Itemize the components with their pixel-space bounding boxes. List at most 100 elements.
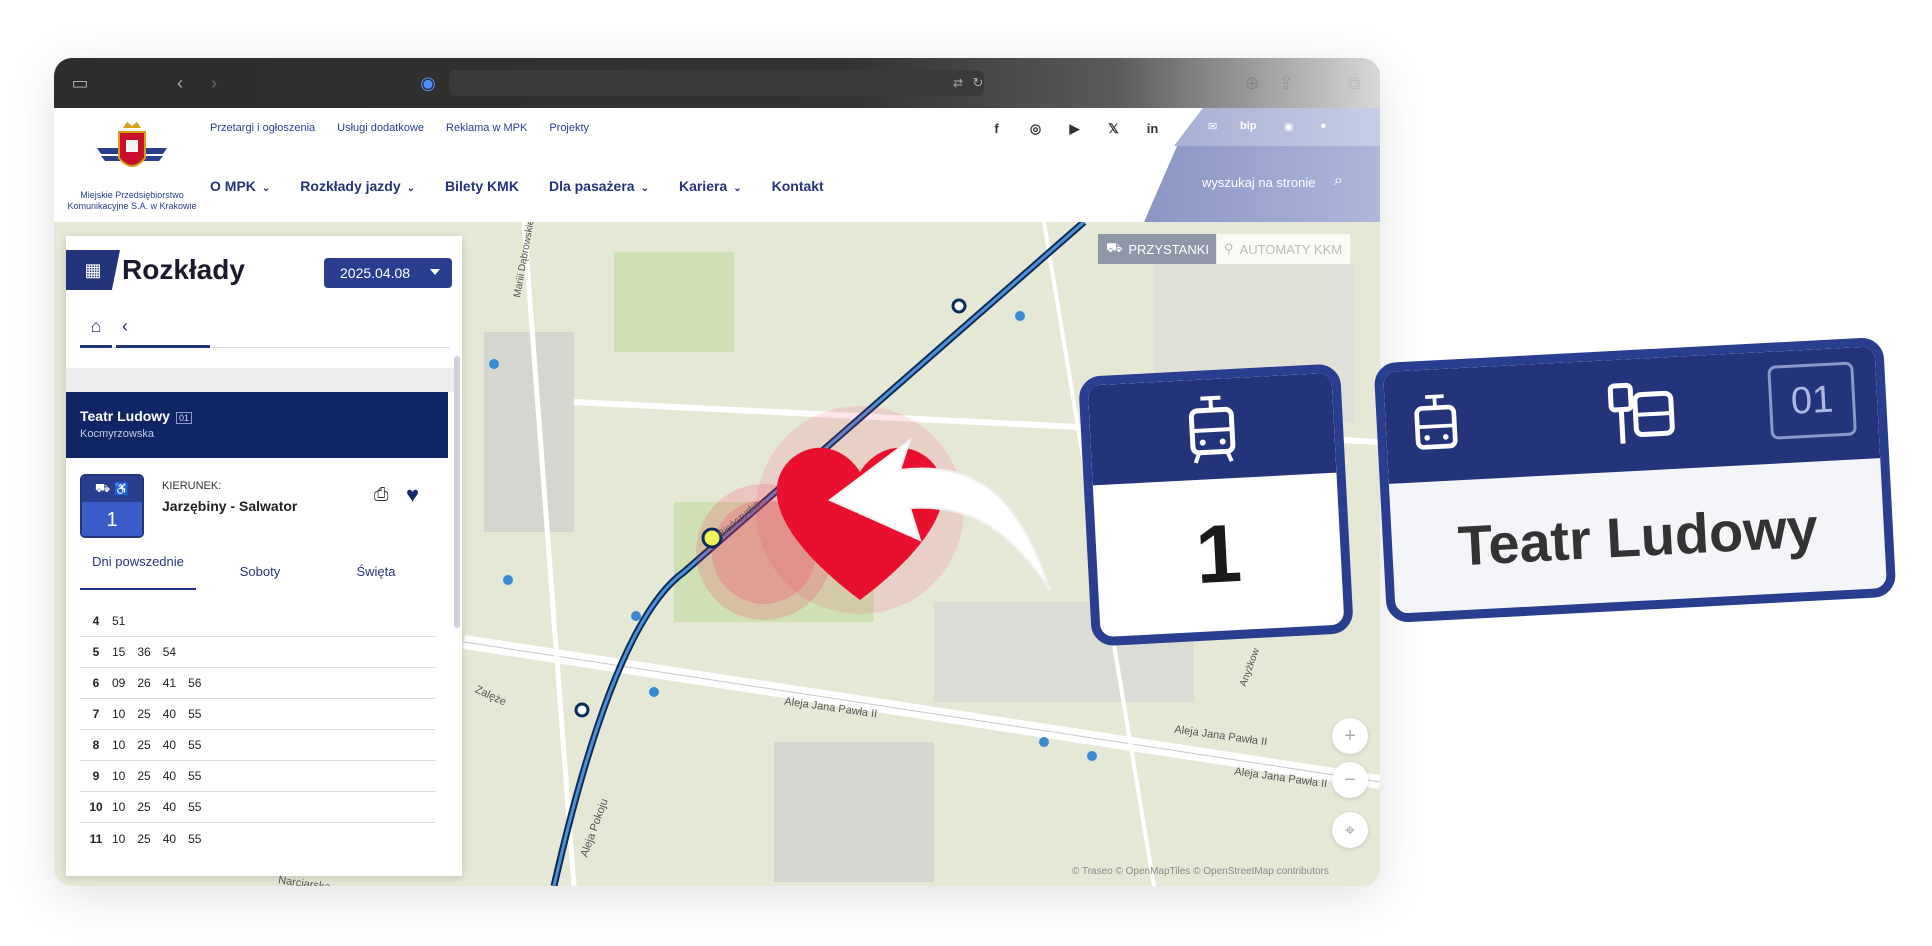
minute: 40	[162, 738, 177, 752]
mpk-logo[interactable]: Miejskie Przedsiębiorstwo Komunikacyjne …	[62, 118, 202, 212]
nav-label: Kariera	[678, 178, 728, 194]
timetable-panel: ▦ Rozkłady 2025.04.08 ⌂ ‹ Teatr Ludowy 01…	[66, 236, 462, 876]
nav-label: Dla pasażera	[548, 178, 635, 194]
tab-holidays[interactable]: Święta	[326, 564, 426, 579]
nav-dla-pasazera[interactable]: Dla pasażera ⌄	[549, 178, 649, 194]
bip-link[interactable]: bip	[1240, 120, 1257, 132]
site-search[interactable]: wyszukaj na stronie ⌕	[1144, 146, 1380, 222]
stop-header: Teatr Ludowy 01 Kocmyrzowska	[66, 392, 448, 458]
org-name-line1: Miejskie Przedsiębiorstwo	[80, 190, 184, 200]
hour: 9	[92, 769, 100, 783]
caret-down-icon	[430, 269, 440, 275]
tab-weekdays[interactable]: Dni powszednie	[80, 554, 196, 590]
minute: 40	[162, 769, 177, 783]
card-line-number: 1	[1193, 507, 1244, 602]
calculator-icon: ▦	[66, 250, 120, 290]
x-icon[interactable]: 𝕏	[1105, 120, 1122, 137]
nav-kariera[interactable]: Kariera ⌄	[679, 178, 742, 194]
coat-of-arms-icon	[95, 118, 169, 178]
hour: 4	[92, 614, 100, 628]
search-placeholder: wyszukaj na stronie	[1202, 175, 1316, 190]
minute: 54	[162, 645, 177, 659]
home-icon[interactable]: ⌂	[80, 308, 112, 348]
minute: 40	[162, 707, 177, 721]
minute: 10	[112, 738, 126, 752]
stops-toggle-button[interactable]: ⛟ PRZYSTANKI	[1098, 234, 1218, 264]
social-links: f ◎ ▶ 𝕏 in	[988, 120, 1161, 137]
nav-bilety[interactable]: Bilety KMK	[445, 178, 519, 194]
chevron-down-icon: ⌄	[261, 183, 271, 194]
mail-icon[interactable]: ✉	[1208, 120, 1217, 133]
nav-label: O MPK	[210, 178, 256, 194]
date-value: 2025.04.08	[340, 265, 411, 281]
accessibility-eye-icon[interactable]: ◉	[1284, 120, 1294, 133]
location-pin-icon: ⚲	[1224, 241, 1234, 256]
minute: 55	[188, 738, 202, 752]
download-icon[interactable]: ⊕	[1240, 71, 1264, 95]
panel-scrollbar[interactable]	[454, 356, 460, 628]
line-number-card: 1	[1078, 363, 1354, 647]
back-arrow-icon[interactable]: ‹	[116, 308, 210, 348]
direction-label: KIERUNEK:	[162, 480, 222, 492]
linkedin-icon[interactable]: in	[1144, 120, 1161, 137]
minute: 25	[137, 769, 151, 783]
table-row: 4 51	[80, 606, 436, 637]
card-stop-name: Teatr Ludowy	[1456, 495, 1820, 577]
back-icon[interactable]: ‹	[168, 71, 192, 95]
link-reklama[interactable]: Reklama w MPK	[446, 122, 527, 134]
reload-icon[interactable]: ↻	[966, 71, 990, 95]
minute: 10	[112, 707, 126, 721]
nav-o-mpk[interactable]: O MPK ⌄	[210, 178, 270, 194]
minute: 15	[112, 645, 126, 659]
youtube-icon[interactable]: ▶	[1066, 120, 1083, 137]
hour: 7	[92, 707, 100, 721]
link-projekty[interactable]: Projekty	[549, 122, 589, 134]
panel-header: ▦ Rozkłady 2025.04.08	[66, 250, 462, 290]
print-icon[interactable]: ⎙	[374, 484, 388, 505]
minute: 25	[137, 707, 151, 721]
date-picker[interactable]: 2025.04.08	[324, 258, 452, 288]
favorite-heart-illustration	[756, 406, 1051, 614]
hour: 11	[89, 831, 103, 846]
ticket-machines-toggle-button[interactable]: ⚲ AUTOMATY KKM	[1216, 234, 1351, 264]
link-uslugi[interactable]: Usługi dodatkowe	[337, 122, 424, 134]
share-icon[interactable]: ⇪	[1274, 71, 1298, 95]
hour: 5	[92, 645, 100, 659]
minute: 55	[188, 831, 202, 846]
nav-kontakt[interactable]: Kontakt	[772, 178, 824, 194]
language-flag-icon[interactable]: ●	[1320, 120, 1327, 132]
new-tab-icon[interactable]: +	[1308, 71, 1332, 95]
nav-label: Rozkłady jazdy	[300, 178, 401, 194]
stop-name-card: 01 Teatr Ludowy	[1373, 336, 1897, 624]
search-icon[interactable]: ⌕	[1334, 172, 1343, 190]
tram-icon	[1408, 390, 1464, 466]
map-attribution: © Traseo © OpenMapTiles © OpenStreetMap …	[1072, 866, 1329, 877]
sidebar-toggle-icon[interactable]: ▭	[68, 71, 92, 95]
hour: 10	[89, 800, 103, 814]
nav-label: Bilety KMK	[445, 178, 519, 194]
browser-shield-icon[interactable]: ◉	[416, 71, 440, 95]
tram-icon: ⛟	[94, 481, 111, 495]
zoom-in-button[interactable]: +	[1332, 718, 1368, 754]
minute: 10	[112, 800, 126, 814]
chevron-down-icon: ⌄	[733, 183, 742, 194]
tabs-overview-icon[interactable]: ⧉	[1342, 71, 1366, 95]
panel-spacer	[66, 368, 454, 392]
address-bar[interactable]	[449, 70, 984, 96]
forward-icon[interactable]: ›	[202, 71, 226, 95]
line-badge: ⛟ ♿ 1	[80, 474, 144, 538]
minute: 55	[188, 707, 202, 721]
zoom-out-button[interactable]: −	[1332, 762, 1368, 798]
table-row: 5 15 36 54	[80, 637, 436, 668]
nav-rozklady[interactable]: Rozkłady jazdy ⌄	[300, 178, 415, 194]
facebook-icon[interactable]: f	[988, 120, 1005, 137]
minute: 40	[162, 831, 177, 846]
locate-me-icon[interactable]: ⌖	[1332, 812, 1368, 848]
instagram-icon[interactable]: ◎	[1027, 120, 1044, 137]
tab-saturdays[interactable]: Soboty	[210, 564, 310, 579]
bus-stop-icon	[1606, 379, 1678, 453]
stop-name: Teatr Ludowy	[80, 408, 170, 424]
favorite-heart-icon[interactable]: ♥	[406, 482, 419, 508]
table-row: 6 09 26 41 56	[80, 668, 436, 699]
link-przetargi[interactable]: Przetargi i ogłoszenia	[210, 122, 315, 134]
